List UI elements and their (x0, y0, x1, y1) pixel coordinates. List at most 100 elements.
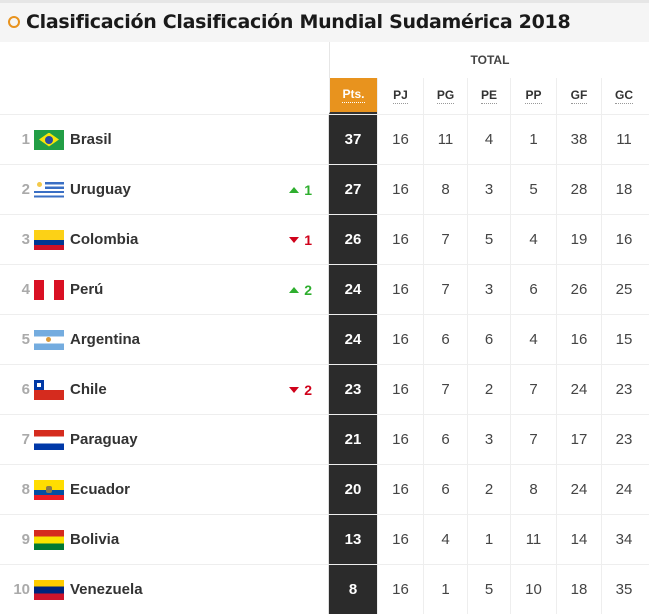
team-name[interactable]: Uruguay (70, 181, 131, 198)
table-row[interactable]: 6 Chile 2 23 16 7 2 7 24 23 (0, 364, 649, 414)
trend-value: 1 (304, 231, 312, 248)
flag-argentina-icon (34, 329, 64, 350)
cell-pts: 26 (329, 215, 377, 264)
title-bar: Clasificación Clasificación Mundial Suda… (0, 0, 649, 42)
cell-pts: 24 (329, 315, 377, 364)
cell-pj: 16 (377, 265, 423, 314)
team-name[interactable]: Paraguay (70, 431, 138, 448)
cell-gc: 35 (601, 565, 646, 614)
cell-pe: 6 (467, 315, 510, 364)
cell-gf: 16 (556, 315, 601, 364)
cell-pe: 1 (467, 515, 510, 564)
cell-pp: 8 (510, 465, 556, 514)
column-header-pp[interactable]: PP (510, 78, 556, 114)
table-row[interactable]: 4 Perú 2 24 16 7 3 6 26 25 (0, 264, 649, 314)
trend-up-indicator: 2 (289, 282, 312, 298)
column-header-pg[interactable]: PG (423, 78, 467, 114)
cell-pe: 3 (467, 165, 510, 214)
page-title: Clasificación Clasificación Mundial Suda… (8, 11, 571, 33)
cell-pe: 5 (467, 215, 510, 264)
cell-pe: 5 (467, 565, 510, 614)
group-header-total: TOTAL (329, 42, 649, 78)
column-header-pts[interactable]: Pts. (329, 78, 377, 114)
cell-gc: 23 (601, 365, 646, 414)
cell-pp: 7 (510, 365, 556, 414)
cell-pe: 4 (467, 115, 510, 164)
standings-table: 1 Brasil 37 16 11 4 1 38 11 2 Uruguay 1 27 16 8 3… (0, 114, 649, 614)
column-header-pj[interactable]: PJ (377, 78, 423, 114)
cell-pp: 1 (510, 115, 556, 164)
flag-venezuela-icon (34, 579, 64, 600)
cell-pj: 16 (377, 115, 423, 164)
team-name[interactable]: Ecuador (70, 481, 130, 498)
cell-pg: 7 (423, 265, 467, 314)
table-row[interactable]: 7 Paraguay 21 16 6 3 7 17 23 (0, 414, 649, 464)
column-header-gf[interactable]: GF (556, 78, 601, 114)
team-name[interactable]: Bolivia (70, 531, 119, 548)
team-name[interactable]: Argentina (70, 331, 140, 348)
cell-gc: 34 (601, 515, 646, 564)
cell-gf: 14 (556, 515, 601, 564)
team-name[interactable]: Colombia (70, 231, 138, 248)
cell-pts: 23 (329, 365, 377, 414)
column-header-pe[interactable]: PE (467, 78, 510, 114)
trend-value: 2 (304, 281, 312, 298)
cell-gf: 18 (556, 565, 601, 614)
table-row[interactable]: 5 Argentina 24 16 6 6 4 16 15 (0, 314, 649, 364)
cell-gf: 24 (556, 365, 601, 414)
trend-value: 1 (304, 181, 312, 198)
cell-pts: 21 (329, 415, 377, 464)
position: 3 (21, 231, 30, 248)
cell-pg: 6 (423, 415, 467, 464)
flag-colombia-icon (34, 229, 64, 250)
table-row[interactable]: 2 Uruguay 1 27 16 8 3 5 28 18 (0, 164, 649, 214)
cell-pj: 16 (377, 315, 423, 364)
team-name[interactable]: Perú (70, 281, 103, 298)
cell-pts: 20 (329, 465, 377, 514)
table-row[interactable]: 9 Bolivia 13 16 4 1 11 14 34 (0, 514, 649, 564)
position: 5 (21, 331, 30, 348)
arrow-down-icon (289, 386, 300, 393)
flag-paraguay-icon (34, 429, 64, 450)
team-name[interactable]: Chile (70, 381, 107, 398)
team-info: 4 Perú 2 (0, 265, 329, 314)
cell-pg: 4 (423, 515, 467, 564)
arrow-down-icon (289, 236, 300, 243)
table-row[interactable]: 8 Ecuador 20 16 6 2 8 24 24 (0, 464, 649, 514)
cell-pg: 1 (423, 565, 467, 614)
team-info: 10 Venezuela (0, 565, 329, 614)
cell-gf: 26 (556, 265, 601, 314)
arrow-up-icon (289, 286, 300, 293)
team-name[interactable]: Venezuela (70, 581, 143, 598)
cell-pts: 37 (329, 115, 377, 164)
cell-pg: 8 (423, 165, 467, 214)
flag-brazil-icon (34, 129, 64, 150)
flag-bolivia-icon (34, 529, 64, 550)
table-row[interactable]: 10 Venezuela 8 16 1 5 10 18 35 (0, 564, 649, 614)
team-name[interactable]: Brasil (70, 131, 112, 148)
table-row[interactable]: 3 Colombia 1 26 16 7 5 4 19 16 (0, 214, 649, 264)
team-info: 8 Ecuador (0, 465, 329, 514)
table-row[interactable]: 1 Brasil 37 16 11 4 1 38 11 (0, 114, 649, 164)
cell-pg: 11 (423, 115, 467, 164)
cell-pp: 10 (510, 565, 556, 614)
team-info: 2 Uruguay 1 (0, 165, 329, 214)
position: 1 (21, 131, 30, 148)
arrow-up-icon (289, 186, 300, 193)
cell-gc: 15 (601, 315, 646, 364)
team-info: 3 Colombia 1 (0, 215, 329, 264)
cell-pj: 16 (377, 565, 423, 614)
cell-gf: 17 (556, 415, 601, 464)
cell-gf: 24 (556, 465, 601, 514)
trend-value: 2 (304, 381, 312, 398)
cell-pj: 16 (377, 365, 423, 414)
cell-gc: 25 (601, 265, 646, 314)
position: 8 (21, 481, 30, 498)
cell-pe: 2 (467, 365, 510, 414)
cell-gf: 38 (556, 115, 601, 164)
cell-pts: 8 (329, 565, 377, 614)
team-info: 7 Paraguay (0, 415, 329, 464)
cell-pp: 5 (510, 165, 556, 214)
column-header-gc[interactable]: GC (601, 78, 646, 114)
cell-gf: 28 (556, 165, 601, 214)
